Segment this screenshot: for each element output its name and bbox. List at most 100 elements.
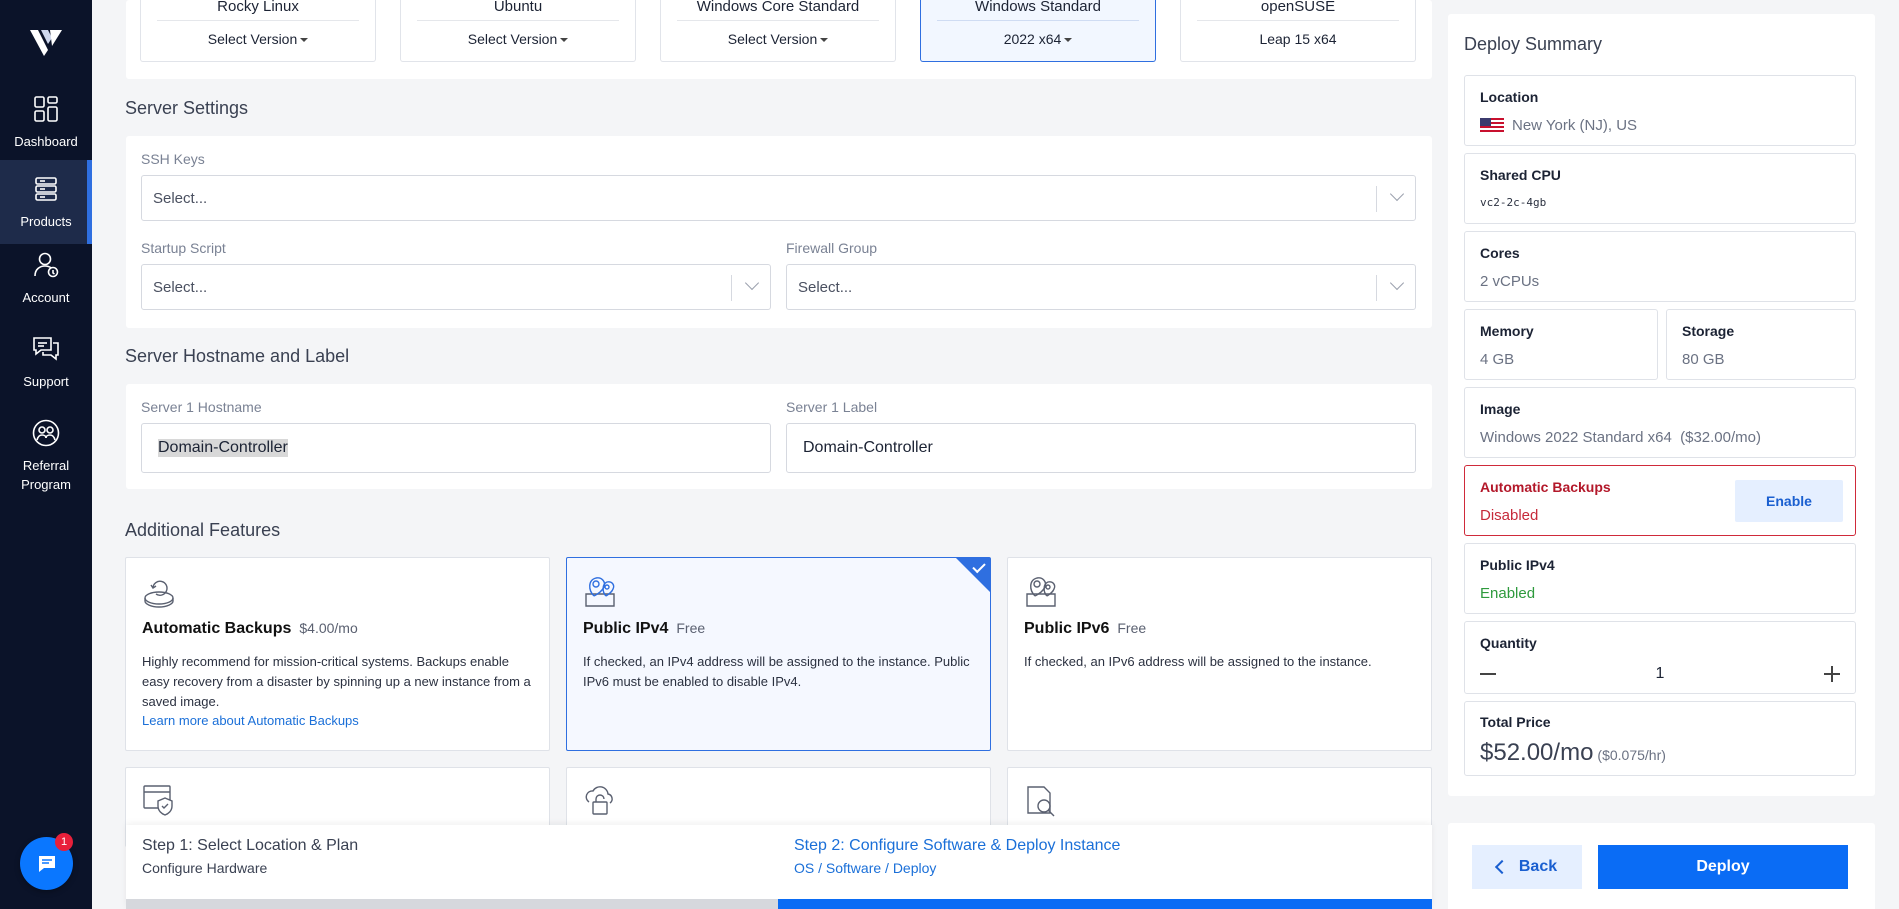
os-version-select[interactable]: Select Version [141,31,375,47]
nav-referral-label: Referral Program [21,458,71,492]
ipv4-status: Enabled [1480,585,1536,602]
feature-title: Public IPv6 Free [1024,620,1147,637]
caret-down-icon [1064,38,1073,43]
deploy-steps-bar: Step 1: Select Location & Plan Configure… [126,825,1432,909]
feature-title: Public IPv4 Free [583,620,706,637]
deploy-summary-panel: Deploy Summary Location New York (NJ), U… [1448,14,1875,796]
server-settings-panel: SSH Keys Select... Startup Script Select… [126,136,1432,328]
nav-support-label: Support [23,374,69,389]
feature-price: Free [676,620,706,636]
ssh-keys-select[interactable]: Select... [141,175,1416,221]
quantity-stepper: 1 [1480,660,1840,690]
os-card-opensuse[interactable]: openSUSE Leap 15 x64 [1180,0,1416,62]
additional-features-title: Additional Features [125,520,281,540]
summary-image: Image Windows 2022 Standard x64 ($32.00/… [1464,387,1856,458]
firewall-group-label: Firewall Group [786,240,878,256]
feature-price: $4.00/mo [299,620,358,636]
os-version-select[interactable]: Leap 15 x64 [1181,31,1415,47]
os-version-select[interactable]: 2022 x64 [921,31,1155,47]
location-globe-icon [1026,577,1056,607]
os-version-select[interactable]: Select Version [661,31,895,47]
step-1-title: Step 1: Select Location & Plan [142,837,359,854]
chevron-left-icon [1494,859,1509,875]
os-selection-panel: Rocky Linux Select Version Ubuntu Select… [126,0,1432,79]
startup-script-label: Startup Script [141,240,226,256]
caret-down-icon [300,38,309,43]
server-label-input[interactable]: Domain-Controller [786,423,1416,473]
deploy-button[interactable]: Deploy [1598,845,1848,889]
nav-dashboard[interactable]: Dashboard [0,94,92,160]
nav-account-label: Account [22,290,70,305]
hostname-section-title: Server Hostname and Label [125,346,350,366]
summary-automatic-backups: Automatic Backups Disabled Enable [1464,465,1856,536]
learn-more-backups-link[interactable]: Learn more about Automatic Backups [142,713,359,728]
chevron-down-icon [744,275,760,291]
os-card-rocky-linux[interactable]: Rocky Linux Select Version [140,0,376,62]
chat-bubbles-icon [33,337,59,361]
server-settings-title: Server Settings [125,98,249,118]
firewall-group-select[interactable]: Select... [786,264,1416,310]
grid-icon [34,96,58,122]
servers-icon [35,177,57,201]
total-monthly: $52.00/mo [1480,739,1594,766]
cloud-lock-icon [585,786,613,815]
quantity-value: 1 [1655,665,1665,682]
feature-description: If checked, an IPv6 address will be assi… [1024,654,1372,669]
summary-memory: Memory 4 GB [1464,309,1658,380]
enable-backups-button[interactable]: Enable [1735,480,1843,522]
os-card-windows-standard[interactable]: Windows Standard 2022 x64 [920,0,1156,62]
feature-public-ipv6[interactable]: Public IPv6 Free If checked, an IPv6 addr… [1007,557,1432,751]
os-version-select[interactable]: Select Version [401,31,635,47]
caret-down-icon [820,38,829,43]
feature-public-ipv4[interactable]: Public IPv4 Free If checked, an IPv4 addr… [566,557,991,751]
user-icon [34,252,59,278]
feature-automatic-backups[interactable]: Automatic Backups $4.00/mo Highly recomme… [125,557,550,751]
step-2-progress [778,899,1432,909]
step-2[interactable]: Step 2: Configure Software & Deploy Inst… [794,837,1120,876]
referral-icon [32,419,60,447]
nav-products-label: Products [20,214,72,229]
os-card-windows-core-standard[interactable]: Windows Core Standard Select Version [660,0,896,62]
summary-storage: Storage 80 GB [1666,309,1856,380]
nav-dashboard-label: Dashboard [14,134,78,149]
ssh-keys-label: SSH Keys [141,151,205,167]
summary-quantity: Quantity 1 [1464,621,1856,694]
plus-icon[interactable] [1824,666,1840,682]
total-hourly: ($0.075/hr) [1597,747,1666,763]
deploy-actions-panel: Back Deploy [1448,823,1875,909]
feature-title: Automatic Backups $4.00/mo [142,620,358,637]
feature-description: Highly recommend for mission-critical sy… [142,654,531,709]
os-name: Rocky Linux [217,0,299,15]
feature-description: If checked, an IPv4 address will be assi… [583,654,970,689]
hostname-panel: Server 1 Hostname Domain-Controller Serv… [126,384,1432,489]
startup-script-select[interactable]: Select... [141,264,771,310]
nav-support[interactable]: Support [0,334,92,404]
step-2-title: Step 2: Configure Software & Deploy Inst… [794,837,1121,854]
plan-id-value: vc2-2c-4gb [1480,196,1547,209]
back-button[interactable]: Back [1472,845,1582,889]
chevron-down-icon [1389,186,1405,202]
os-name: Windows Standard [975,0,1101,15]
deploy-summary-title: Deploy Summary [1464,34,1603,54]
backups-status: Disabled [1480,507,1539,524]
summary-total-price: Total Price $52.00/mo ($0.075/hr) [1464,701,1856,776]
step-1[interactable]: Step 1: Select Location & Plan Configure… [142,837,358,876]
step-1-subtitle: Configure Hardware [142,860,268,876]
chat-unread-badge: 1 [55,833,73,851]
os-name: Ubuntu [493,0,543,15]
hostname-input[interactable]: Domain-Controller [141,423,771,473]
hostname-label: Server 1 Hostname [141,399,262,415]
location-globe-icon [585,577,615,607]
step-2-subtitle: OS / Software / Deploy [794,860,937,876]
summary-location: Location New York (NJ), US [1464,75,1856,146]
summary-cores: Cores 2 vCPUs [1464,231,1856,302]
chat-icon [38,855,55,872]
sidebar: Dashboard Products Account Support Refer… [0,0,92,909]
step-1-progress [126,899,778,909]
nav-products[interactable]: Products [0,160,92,244]
vultr-logo-icon[interactable] [28,28,64,58]
os-card-ubuntu[interactable]: Ubuntu Select Version [400,0,636,62]
nav-account[interactable]: Account [0,250,92,320]
summary-shared-cpu: Shared CPU vc2-2c-4gb [1464,153,1856,224]
nav-referral-program[interactable]: Referral Program [0,418,92,498]
